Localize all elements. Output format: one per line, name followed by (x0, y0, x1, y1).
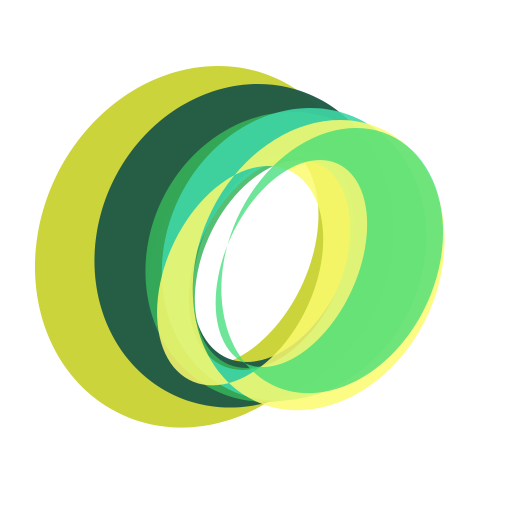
rings-group (34, 66, 445, 428)
logo-canvas (0, 0, 512, 512)
overlapping-rings-logo (34, 66, 445, 428)
